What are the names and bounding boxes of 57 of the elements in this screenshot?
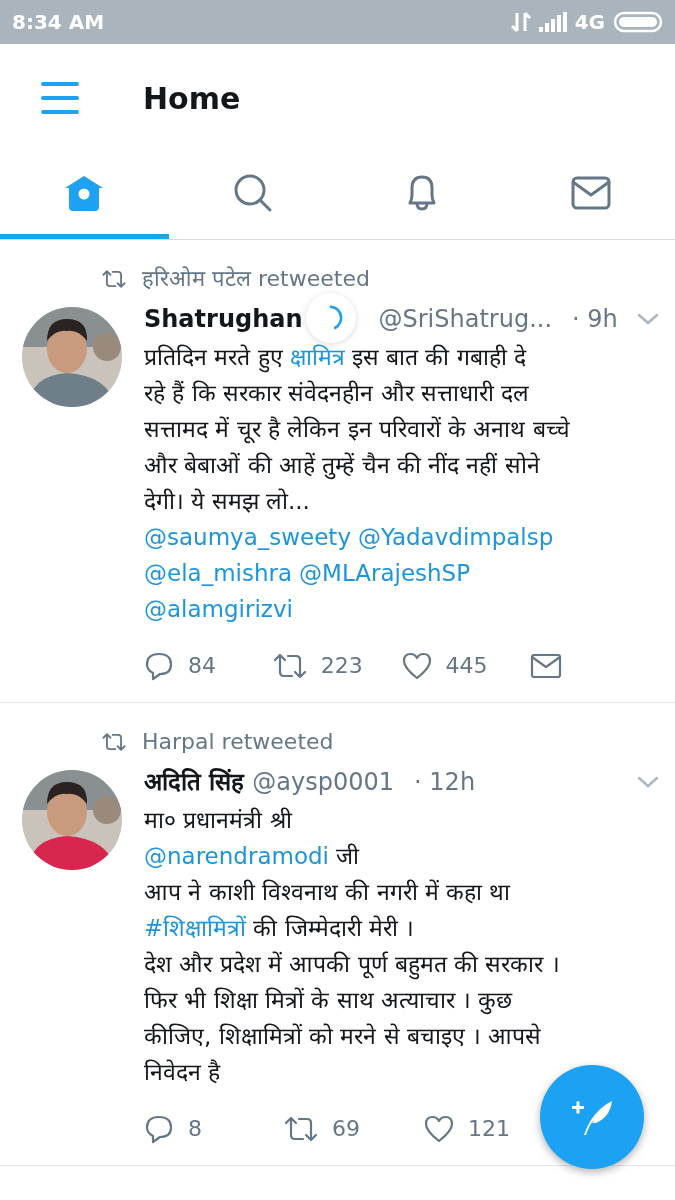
tweet-text: इस बात की गबाही दे [351, 343, 526, 372]
mention-link[interactable]: @ela_mishra [144, 555, 293, 591]
tweet-text: सत्तामद में चूर है लेकिन इन परिवारों के अनाथ बच्चे [144, 415, 570, 446]
heart-icon [401, 651, 432, 680]
retweeted-by-label: हरिओम पटेल retweeted [142, 265, 370, 293]
tweet-text: प्रतिदिन मरते हुए [144, 339, 283, 375]
envelope-icon [530, 652, 563, 679]
menu-icon[interactable] [40, 81, 80, 115]
retweet-icon [102, 731, 126, 752]
compose-tweet-button[interactable] [540, 1065, 644, 1169]
speech-bubble-icon [144, 650, 174, 681]
retweet-icon [284, 1114, 318, 1143]
battery-icon [613, 11, 663, 33]
retweet-icon [102, 268, 126, 289]
author-handle: @SriShatrug... [378, 304, 553, 335]
heart-icon [424, 1114, 454, 1143]
search-icon [233, 173, 274, 213]
action-count: 69 [332, 1115, 360, 1143]
tweet-text: आप ने काशी विश्वनाथ की नगरी में कहा था [144, 878, 511, 907]
retweeted-by-label: Harpal retweeted [142, 728, 334, 756]
mention-link[interactable]: #शिक्षामित्रों [144, 910, 247, 946]
network-label: 4G [574, 9, 605, 36]
tweet-time: · 12h [414, 767, 476, 798]
mention-link[interactable]: क्षामित्र [289, 339, 345, 375]
tweet-text: कीजिए, शिक्षामित्रों को मरने से बचाइए । आपसे [144, 1022, 542, 1051]
action-count: 445 [445, 652, 488, 680]
tweet-text: मा० प्रधानमंत्री श्री [144, 806, 292, 835]
author-name: अदिति सिंह [144, 767, 245, 798]
action-count: 8 [188, 1115, 202, 1143]
tweet-text: रहे हैं कि सरकार संवेदनहीन और सत्ताधारी दल [144, 379, 530, 408]
author-name: Shatrughan [144, 304, 303, 335]
mention-link[interactable]: @alamgirizvi [144, 591, 293, 627]
envelope-icon [570, 176, 611, 210]
retweet-icon [272, 651, 307, 680]
mention-link[interactable]: @narendramodi [144, 838, 329, 874]
speech-bubble-icon [144, 1113, 174, 1144]
author-handle: @aysp0001 [252, 767, 395, 798]
tweet-text: जी [335, 842, 359, 871]
tweet-text: देश और प्रदेश में आपकी पूर्ण बहुमत की सरकार । [144, 946, 560, 982]
action-count: 223 [320, 652, 363, 680]
tweet-time: · 9h [572, 304, 618, 335]
mention-link[interactable]: @saumya_sweety [144, 519, 351, 555]
data-transfer-icon [510, 11, 531, 33]
action-count: 121 [468, 1115, 510, 1143]
action-count: 84 [188, 652, 216, 680]
mention-link[interactable]: @Yadavdimpalsp [358, 519, 554, 555]
status-time: 8:34 AM [12, 9, 105, 36]
chevron-down-icon[interactable] [637, 312, 659, 326]
tweet-text: और बेबाओं की आहें तुम्हें चैन की नींद नहीं सोने [144, 451, 540, 482]
tweet-text: निवेदन है [144, 1058, 221, 1087]
page-title: Home [143, 79, 241, 118]
signal-icon [538, 12, 567, 32]
tweet-text: देगी। ये समझ लो... [144, 487, 310, 516]
tweet-text: की जिम्मेदारी मेरी । [253, 914, 415, 943]
tweet-text: फिर भी शिक्षा मित्रों के साथ अत्याचार । कुछ [144, 986, 513, 1017]
mention-link[interactable]: @MLArajeshSP [299, 555, 471, 591]
chevron-down-icon[interactable] [637, 775, 659, 789]
